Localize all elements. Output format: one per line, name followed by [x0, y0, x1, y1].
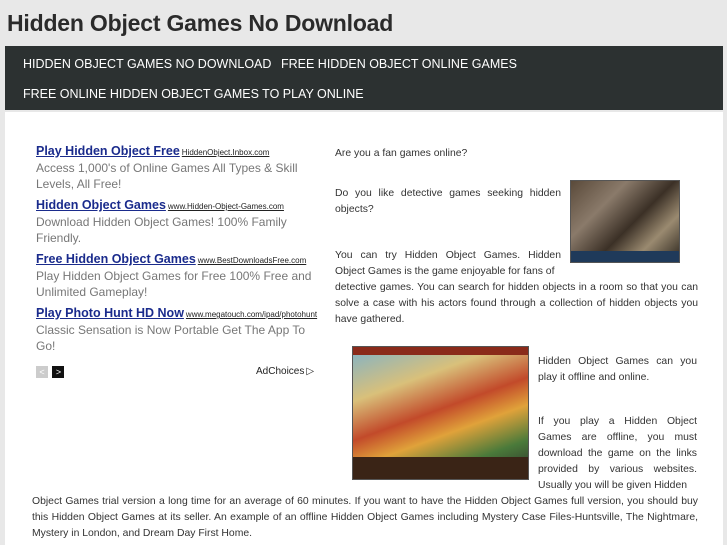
ad-title[interactable]: Free Hidden Object Games [36, 252, 196, 266]
ad-title[interactable]: Play Hidden Object Free [36, 144, 180, 158]
ad-prev-button[interactable]: < [36, 366, 48, 378]
ad-item: Play Hidden Object Free HiddenObject.Inbo… [36, 142, 320, 192]
ad-url[interactable]: www.BestDownloadsFree.com [198, 256, 306, 265]
ad-item: Play Photo Hunt HD Now www.megatouch.com/… [36, 304, 320, 354]
game-screenshot-image [352, 346, 529, 480]
ad-description: Download Hidden Object Games! 100% Famil… [36, 215, 287, 245]
nav-item-hidden-object-games-no-download[interactable]: HIDDEN OBJECT GAMES NO DOWNLOAD [23, 57, 271, 71]
ad-block: Play Hidden Object Free HiddenObject.Inbo… [36, 142, 320, 358]
article-paragraph: If you play a Hidden Object Games are of… [538, 416, 697, 491]
ad-description: Classic Sensation is Now Portable Get Th… [36, 323, 306, 353]
site-title[interactable]: Hidden Object Games No Download [7, 10, 393, 37]
ad-description: Access 1,000's of Online Games All Types… [36, 161, 298, 191]
article-paragraph: Object Games trial version a long time f… [32, 496, 698, 539]
article-paragraph: You can try Hidden Object Games. Hidden … [335, 250, 561, 277]
ad-title[interactable]: Hidden Object Games [36, 198, 166, 212]
adchoices-icon: ▷ [306, 366, 315, 377]
ad-description: Play Hidden Object Games for Free 100% F… [36, 269, 312, 299]
ad-next-button[interactable]: > [52, 366, 65, 378]
nav-item-free-hidden-object-online-games[interactable]: FREE HIDDEN OBJECT ONLINE GAMES [281, 57, 517, 71]
nav-item-free-online-hidden-object-games[interactable]: FREE ONLINE HIDDEN OBJECT GAMES TO PLAY … [23, 87, 364, 101]
ad-url[interactable]: www.Hidden-Object-Games.com [168, 202, 284, 211]
ad-item: Hidden Object Games www.Hidden-Object-Gam… [36, 196, 320, 246]
article-paragraph: Are you a fan games online? [335, 148, 468, 159]
main-nav: HIDDEN OBJECT GAMES NO DOWNLOAD FREE HID… [5, 46, 723, 110]
ad-item: Free Hidden Object Games www.BestDownload… [36, 250, 320, 300]
adchoices-link[interactable]: AdChoices ▷ [256, 366, 314, 377]
article-paragraph: Hidden Object Games can you play it offl… [538, 356, 697, 383]
article-paragraph: Do you like detective games seeking hidd… [335, 188, 561, 215]
ad-pager: < > [36, 366, 65, 384]
article-paragraph: detective games. You can search for hidd… [335, 282, 698, 325]
adchoices-label: AdChoices [256, 366, 305, 377]
content-area: Play Hidden Object Free HiddenObject.Inbo… [5, 112, 723, 545]
game-screenshot-image [570, 180, 680, 263]
ad-url[interactable]: HiddenObject.Inbox.com [182, 148, 270, 157]
ad-url[interactable]: www.megatouch.com/ipad/photohunt [186, 310, 317, 319]
ad-title[interactable]: Play Photo Hunt HD Now [36, 306, 184, 320]
